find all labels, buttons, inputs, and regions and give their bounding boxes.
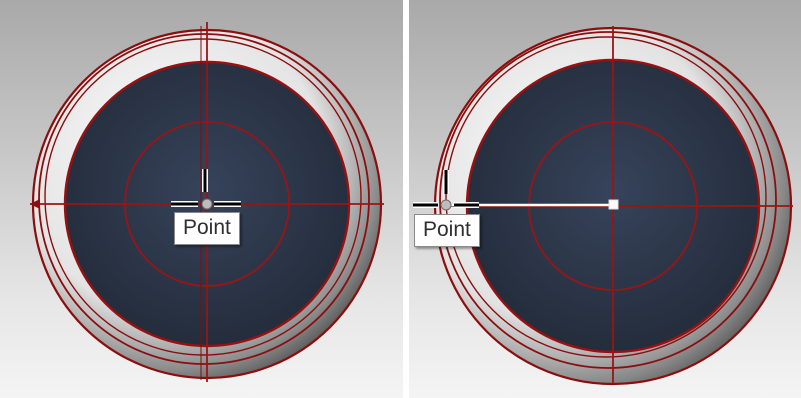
viewport-right[interactable]: Point (409, 0, 801, 398)
sphere-drawing-right (413, 26, 793, 386)
sphere-drawing-left (30, 22, 384, 382)
tooltip-point: Point (174, 212, 240, 245)
tooltip-point: Point (414, 214, 480, 247)
point-marker-icon (201, 198, 213, 210)
viewport-left[interactable]: Point (0, 0, 403, 398)
point-marker-icon (440, 199, 452, 211)
center-point-icon (608, 199, 619, 210)
